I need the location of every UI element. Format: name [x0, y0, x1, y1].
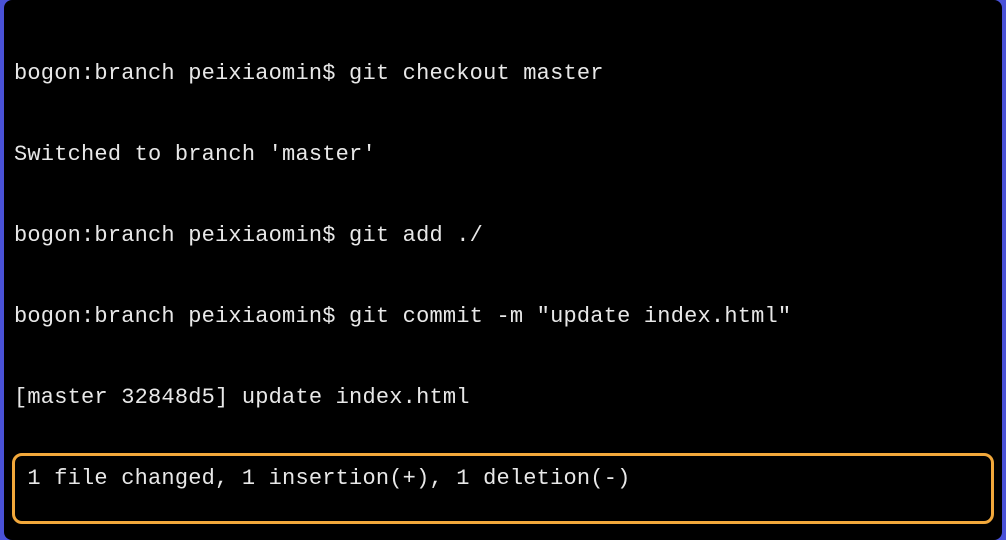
terminal-line: 1 file changed, 1 insertion(+), 1 deleti… [14, 465, 992, 492]
terminal-line: [master 32848d5] update index.html [14, 384, 992, 411]
terminal-line: bogon:branch peixiaomin$ git add ./ [14, 222, 992, 249]
terminal-line: Switched to branch 'master' [14, 141, 992, 168]
terminal-line: bogon:branch peixiaomin$ git commit -m "… [14, 303, 992, 330]
terminal-line: bogon:branch peixiaomin$ git checkout ma… [14, 60, 992, 87]
terminal-output[interactable]: bogon:branch peixiaomin$ git checkout ma… [4, 0, 1002, 540]
terminal-window: bogon:branch peixiaomin$ git checkout ma… [4, 0, 1002, 540]
